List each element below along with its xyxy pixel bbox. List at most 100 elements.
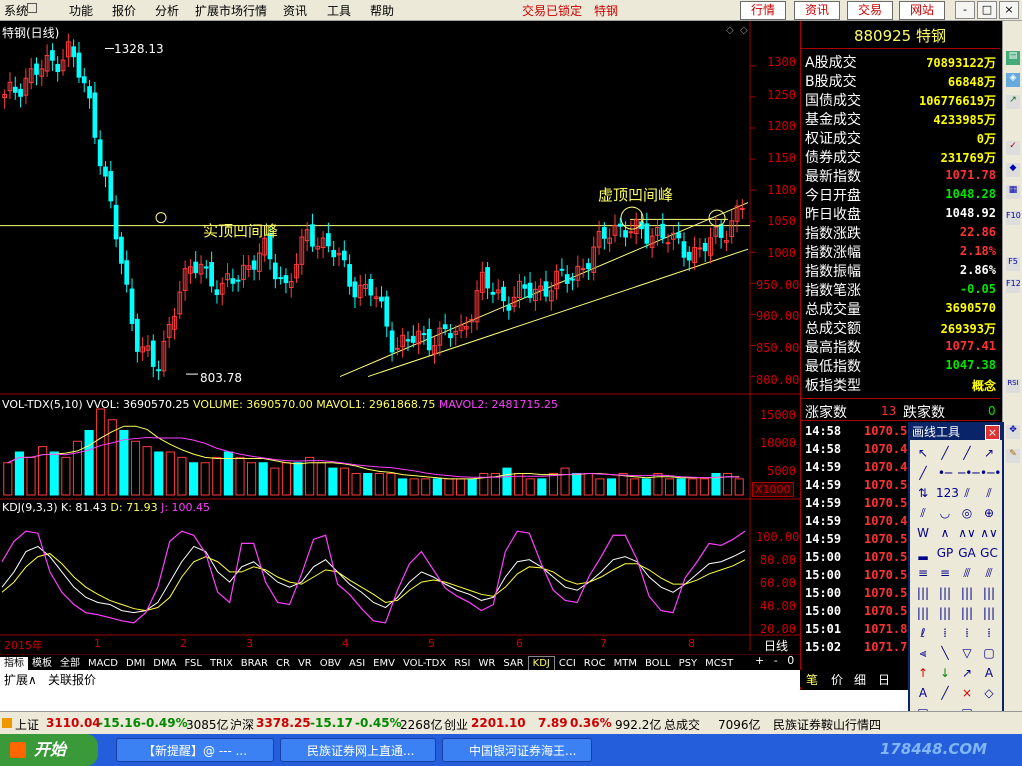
indicator-tab[interactable]: 模板 bbox=[28, 657, 56, 670]
draw-tool-icon[interactable]: 123 bbox=[936, 484, 959, 502]
draw-tool-icon[interactable]: ╲ bbox=[936, 644, 954, 662]
draw-tool-icon[interactable]: ↖ bbox=[914, 444, 932, 462]
draw-tool-icon[interactable]: ▂ bbox=[914, 544, 932, 562]
draw-tool-icon[interactable]: ||| bbox=[958, 604, 976, 622]
add-indicator-button[interactable]: + bbox=[752, 654, 767, 667]
indicator-tab[interactable]: FSL bbox=[180, 657, 206, 670]
quote-button[interactable]: 行情 bbox=[740, 1, 786, 20]
indicator-tab[interactable]: MTM bbox=[610, 657, 641, 670]
chart-diamond-icon[interactable]: ◇ bbox=[726, 25, 734, 36]
indicator-tab[interactable]: RSI bbox=[450, 657, 474, 670]
side-tool-icon[interactable]: F5 bbox=[1006, 257, 1020, 271]
draw-tool-icon[interactable]: ─•─ bbox=[958, 464, 980, 482]
side-tool-icon[interactable]: ▤ bbox=[1006, 51, 1020, 65]
menu-analysis[interactable]: 分析 bbox=[155, 2, 179, 19]
minimize-button[interactable]: - bbox=[955, 1, 975, 19]
draw-tool-icon[interactable]: ⫽ bbox=[980, 484, 998, 502]
draw-tool-icon[interactable]: ↗ bbox=[958, 664, 976, 682]
indicator-tab[interactable]: CR bbox=[272, 657, 294, 670]
draw-tool-icon[interactable]: ||| bbox=[980, 584, 998, 602]
draw-tool-icon[interactable]: ╱ bbox=[958, 444, 976, 462]
draw-tool-icon[interactable]: ⇅ bbox=[914, 484, 932, 502]
draw-tool-icon[interactable]: ||| bbox=[914, 584, 932, 602]
news-button[interactable]: 资讯 bbox=[794, 1, 840, 20]
indicator-tab[interactable]: VOL-TDX bbox=[399, 657, 450, 670]
restore-button[interactable]: □ bbox=[977, 1, 997, 19]
draw-tool-icon[interactable]: ∧∨ bbox=[958, 524, 976, 542]
draw-tool-icon[interactable]: ╱ bbox=[936, 684, 954, 702]
draw-tool-icon[interactable]: ↑ bbox=[914, 664, 932, 682]
menu-help[interactable]: 帮助 bbox=[370, 2, 394, 19]
side-tool-icon[interactable]: ↗ bbox=[1006, 95, 1020, 109]
indicator-tab[interactable]: ASI bbox=[345, 657, 369, 670]
draw-tool-icon[interactable]: ≡ bbox=[914, 564, 932, 582]
draw-tool-icon[interactable]: ↗ bbox=[980, 444, 998, 462]
sh-label[interactable]: 上证 bbox=[15, 716, 39, 733]
trade-button[interactable]: 交易 bbox=[847, 1, 893, 20]
indicator-tab[interactable]: EMV bbox=[369, 657, 399, 670]
period-label[interactable]: 日线 bbox=[764, 637, 788, 654]
draw-tool-icon[interactable]: ◇ bbox=[980, 684, 998, 702]
draw-tool-icon[interactable]: ⊕ bbox=[980, 504, 998, 522]
indicator-tab[interactable]: PSY bbox=[675, 657, 702, 670]
task-item[interactable]: 中国银河证券海王... bbox=[442, 738, 592, 762]
menu-quote[interactable]: 报价 bbox=[112, 2, 136, 19]
menu-extended-market[interactable]: 扩展市场行情 bbox=[195, 2, 267, 19]
draw-tool-icon[interactable]: ⫷ bbox=[914, 644, 932, 662]
tab-detail[interactable]: 细 bbox=[854, 671, 866, 688]
start-button[interactable]: 开始 bbox=[0, 734, 98, 766]
indicator-tab[interactable]: KDJ bbox=[527, 656, 555, 670]
draw-tool-icon[interactable]: ||| bbox=[958, 584, 976, 602]
tab-day[interactable]: 日 bbox=[878, 671, 890, 688]
chart-area[interactable] bbox=[0, 21, 800, 671]
side-tool-icon[interactable]: ✓ bbox=[1006, 141, 1020, 155]
indicator-tab[interactable]: VR bbox=[294, 657, 316, 670]
indicator-tab[interactable]: SAR bbox=[499, 657, 527, 670]
indicator-tab[interactable]: ROC bbox=[580, 657, 610, 670]
draw-tool-icon[interactable]: ⫻ bbox=[980, 564, 998, 582]
website-button[interactable]: 网站 bbox=[899, 1, 945, 20]
indicator-tab[interactable]: BOLL bbox=[641, 657, 675, 670]
indicator-tab[interactable]: DMA bbox=[149, 657, 180, 670]
side-tool-icon[interactable]: ✥ bbox=[1006, 425, 1020, 439]
draw-tool-icon[interactable]: ℓ bbox=[914, 624, 932, 642]
draw-tool-icon[interactable]: ||| bbox=[980, 604, 998, 622]
draw-tool-icon[interactable]: A bbox=[980, 664, 998, 682]
draw-tool-icon[interactable]: ∧ bbox=[936, 524, 954, 542]
indicator-tab[interactable]: 指标 bbox=[0, 657, 28, 670]
draw-tool-icon[interactable]: ╱ bbox=[914, 464, 932, 482]
indicator-tab[interactable]: OBV bbox=[316, 657, 345, 670]
draw-tool-icon[interactable]: W bbox=[914, 524, 932, 542]
side-tool-icon[interactable]: F10 bbox=[1006, 211, 1021, 225]
draw-tool-icon[interactable]: ⫽ bbox=[914, 504, 932, 522]
tab-price[interactable]: 价 bbox=[831, 671, 843, 688]
indicator-tab[interactable]: MACD bbox=[84, 657, 122, 670]
draw-tool-icon[interactable]: ◡ bbox=[936, 504, 954, 522]
draw-tool-icon[interactable]: ∧∨ bbox=[980, 524, 998, 542]
indicator-tab[interactable]: MCST bbox=[701, 657, 737, 670]
draw-tool-icon[interactable]: ⫻ bbox=[958, 564, 976, 582]
indicator-tab[interactable]: BRAR bbox=[237, 657, 272, 670]
draw-tool-icon[interactable]: •─• bbox=[980, 464, 1001, 482]
menu-news[interactable]: 资讯 bbox=[283, 2, 307, 19]
draw-tool-icon[interactable]: •─ bbox=[936, 464, 954, 482]
side-tool-icon[interactable]: ✎ bbox=[1006, 449, 1020, 463]
remove-indicator-button[interactable]: - bbox=[771, 654, 781, 667]
sz-label[interactable]: 沪深 bbox=[230, 716, 254, 733]
menu-tools[interactable]: 工具 bbox=[327, 2, 351, 19]
close-button[interactable]: × bbox=[999, 1, 1019, 19]
draw-tool-icon[interactable]: ╱ bbox=[936, 444, 954, 462]
draw-tool-icon[interactable]: ▢ bbox=[980, 644, 998, 662]
side-tool-icon[interactable]: RSI bbox=[1006, 379, 1020, 393]
indicator-tab[interactable]: DMI bbox=[122, 657, 149, 670]
draw-tool-icon[interactable]: ⁞ bbox=[936, 624, 954, 642]
draw-tool-icon[interactable]: A bbox=[914, 684, 932, 702]
indicator-tab[interactable]: 全部 bbox=[56, 657, 84, 670]
draw-tool-icon[interactable]: ||| bbox=[936, 584, 954, 602]
chart-diamond-icon-2[interactable]: ◇ bbox=[740, 25, 748, 36]
reset-indicator-button[interactable]: 0 bbox=[784, 654, 797, 667]
tab-trades[interactable]: 笔 bbox=[806, 671, 818, 688]
indicator-tab[interactable]: WR bbox=[474, 657, 499, 670]
side-tool-icon[interactable]: ◈ bbox=[1006, 73, 1020, 87]
task-item[interactable]: 民族证券网上直通... bbox=[280, 738, 436, 762]
